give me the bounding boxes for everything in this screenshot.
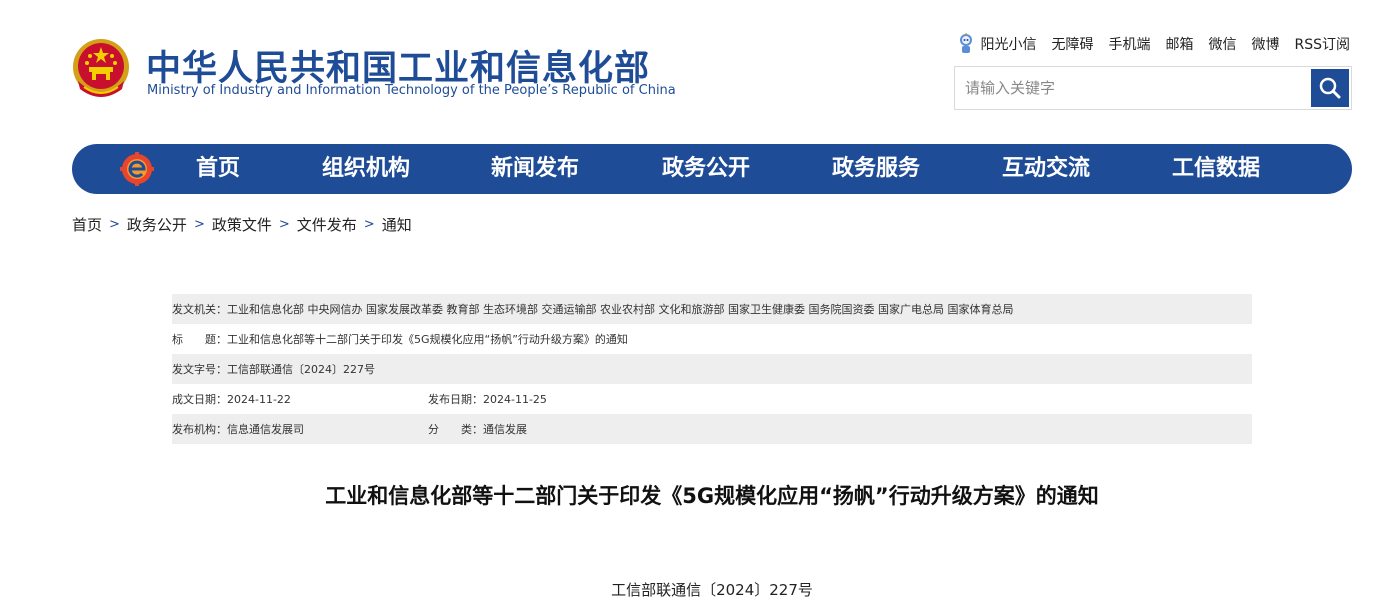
docno-label: 发文字号： [172, 363, 227, 376]
breadcrumb-notice[interactable]: 通知 [382, 214, 412, 235]
search-input[interactable] [955, 67, 1310, 109]
wechat-link[interactable]: 微信 [1208, 34, 1236, 54]
sunshine-link[interactable]: 阳光小信 [957, 33, 1036, 55]
org-label: 发布机构： [172, 423, 227, 436]
title-label: 标 题： [172, 333, 227, 346]
info-row-issuer: 发文机关： 工业和信息化部 中央网信办 国家发展改革委 教育部 生态环境部 交通… [172, 294, 1252, 324]
org-value: 信息通信发展司 [227, 423, 304, 436]
mail-link[interactable]: 邮箱 [1165, 34, 1193, 54]
published-label: 发布日期： [428, 393, 483, 406]
search-box [954, 66, 1352, 110]
created-cell: 成文日期： 2024-11-22 [172, 391, 428, 407]
mobile-link[interactable]: 手机端 [1108, 34, 1150, 54]
document-number: 工信部联通信〔2024〕227号 [611, 581, 813, 599]
nav-gov-affairs[interactable]: 政务公开 [662, 144, 750, 194]
info-row-docno: 发文字号： 工信部联通信〔2024〕227号 [172, 354, 1252, 384]
breadcrumb-separator-icon: > [278, 217, 290, 232]
docno-value: 工信部联通信〔2024〕227号 [227, 363, 375, 376]
nav-gov-services[interactable]: 政务服务 [832, 144, 920, 194]
main-nav: 首页 组织机构 新闻发布 政务公开 政务服务 互动交流 工信数据 [72, 144, 1352, 194]
issuer-value: 工业和信息化部 中央网信办 国家发展改革委 教育部 生态环境部 交通运输部 农业… [227, 303, 1014, 316]
title-value: 工业和信息化部等十二部门关于印发《5G规模化应用“扬帆”行动升级方案》的通知 [227, 333, 628, 346]
nav-home[interactable]: 首页 [196, 144, 240, 194]
document-info-table: 发文机关： 工业和信息化部 中央网信办 国家发展改革委 教育部 生态环境部 交通… [172, 294, 1252, 444]
document-title: 工业和信息化部等十二部门关于印发《5G规模化应用“扬帆”行动升级方案》的通知 [325, 484, 1099, 508]
info-row-org: 发布机构： 信息通信发展司 分 类： 通信发展 [172, 414, 1252, 444]
accessibility-link[interactable]: 无障碍 [1051, 34, 1093, 54]
created-value: 2024-11-22 [227, 392, 291, 406]
weibo-link[interactable]: 微博 [1251, 34, 1279, 54]
breadcrumb-gov-affairs[interactable]: 政务公开 [127, 214, 187, 235]
nav-interaction[interactable]: 互动交流 [1002, 144, 1090, 194]
breadcrumb-policy-docs[interactable]: 政策文件 [212, 214, 272, 235]
category-label: 分 类： [428, 423, 483, 436]
top-links: 阳光小信 无障碍 手机端 邮箱 微信 微博 RSS订阅 [942, 33, 1350, 55]
breadcrumb-separator-icon: > [363, 217, 375, 232]
breadcrumb-separator-icon: > [109, 217, 120, 232]
national-emblem-icon [70, 37, 132, 103]
category-value: 通信发展 [483, 423, 527, 436]
miit-logo-icon [120, 152, 154, 186]
info-row-title: 标 题： 工业和信息化部等十二部门关于印发《5G规模化应用“扬帆”行动升级方案》… [172, 324, 1252, 354]
breadcrumb-doc-release[interactable]: 文件发布 [297, 214, 357, 235]
issuer-label: 发文机关： [172, 303, 227, 316]
site-subtitle: Ministry of Industry and Information Tec… [147, 83, 676, 98]
sunshine-label: 阳光小信 [980, 37, 1037, 53]
info-row-dates: 成文日期： 2024-11-22 发布日期： 2024-11-25 [172, 384, 1252, 414]
search-icon [1319, 77, 1341, 99]
nav-organization[interactable]: 组织机构 [322, 144, 410, 194]
nav-data[interactable]: 工信数据 [1172, 144, 1260, 194]
created-label: 成文日期： [172, 393, 227, 406]
published-value: 2024-11-25 [483, 392, 547, 406]
rss-link[interactable]: RSS订阅 [1294, 34, 1350, 54]
search-button[interactable] [1311, 69, 1349, 107]
category-cell: 分 类： 通信发展 [428, 421, 527, 437]
breadcrumb: 首页 > 政务公开 > 政策文件 > 文件发布 > 通知 [72, 214, 412, 235]
robot-icon [960, 33, 973, 53]
breadcrumb-separator-icon: > [193, 217, 205, 232]
org-cell: 发布机构： 信息通信发展司 [172, 421, 428, 437]
nav-news[interactable]: 新闻发布 [491, 144, 579, 194]
breadcrumb-home[interactable]: 首页 [72, 214, 102, 235]
published-cell: 发布日期： 2024-11-25 [428, 391, 547, 407]
